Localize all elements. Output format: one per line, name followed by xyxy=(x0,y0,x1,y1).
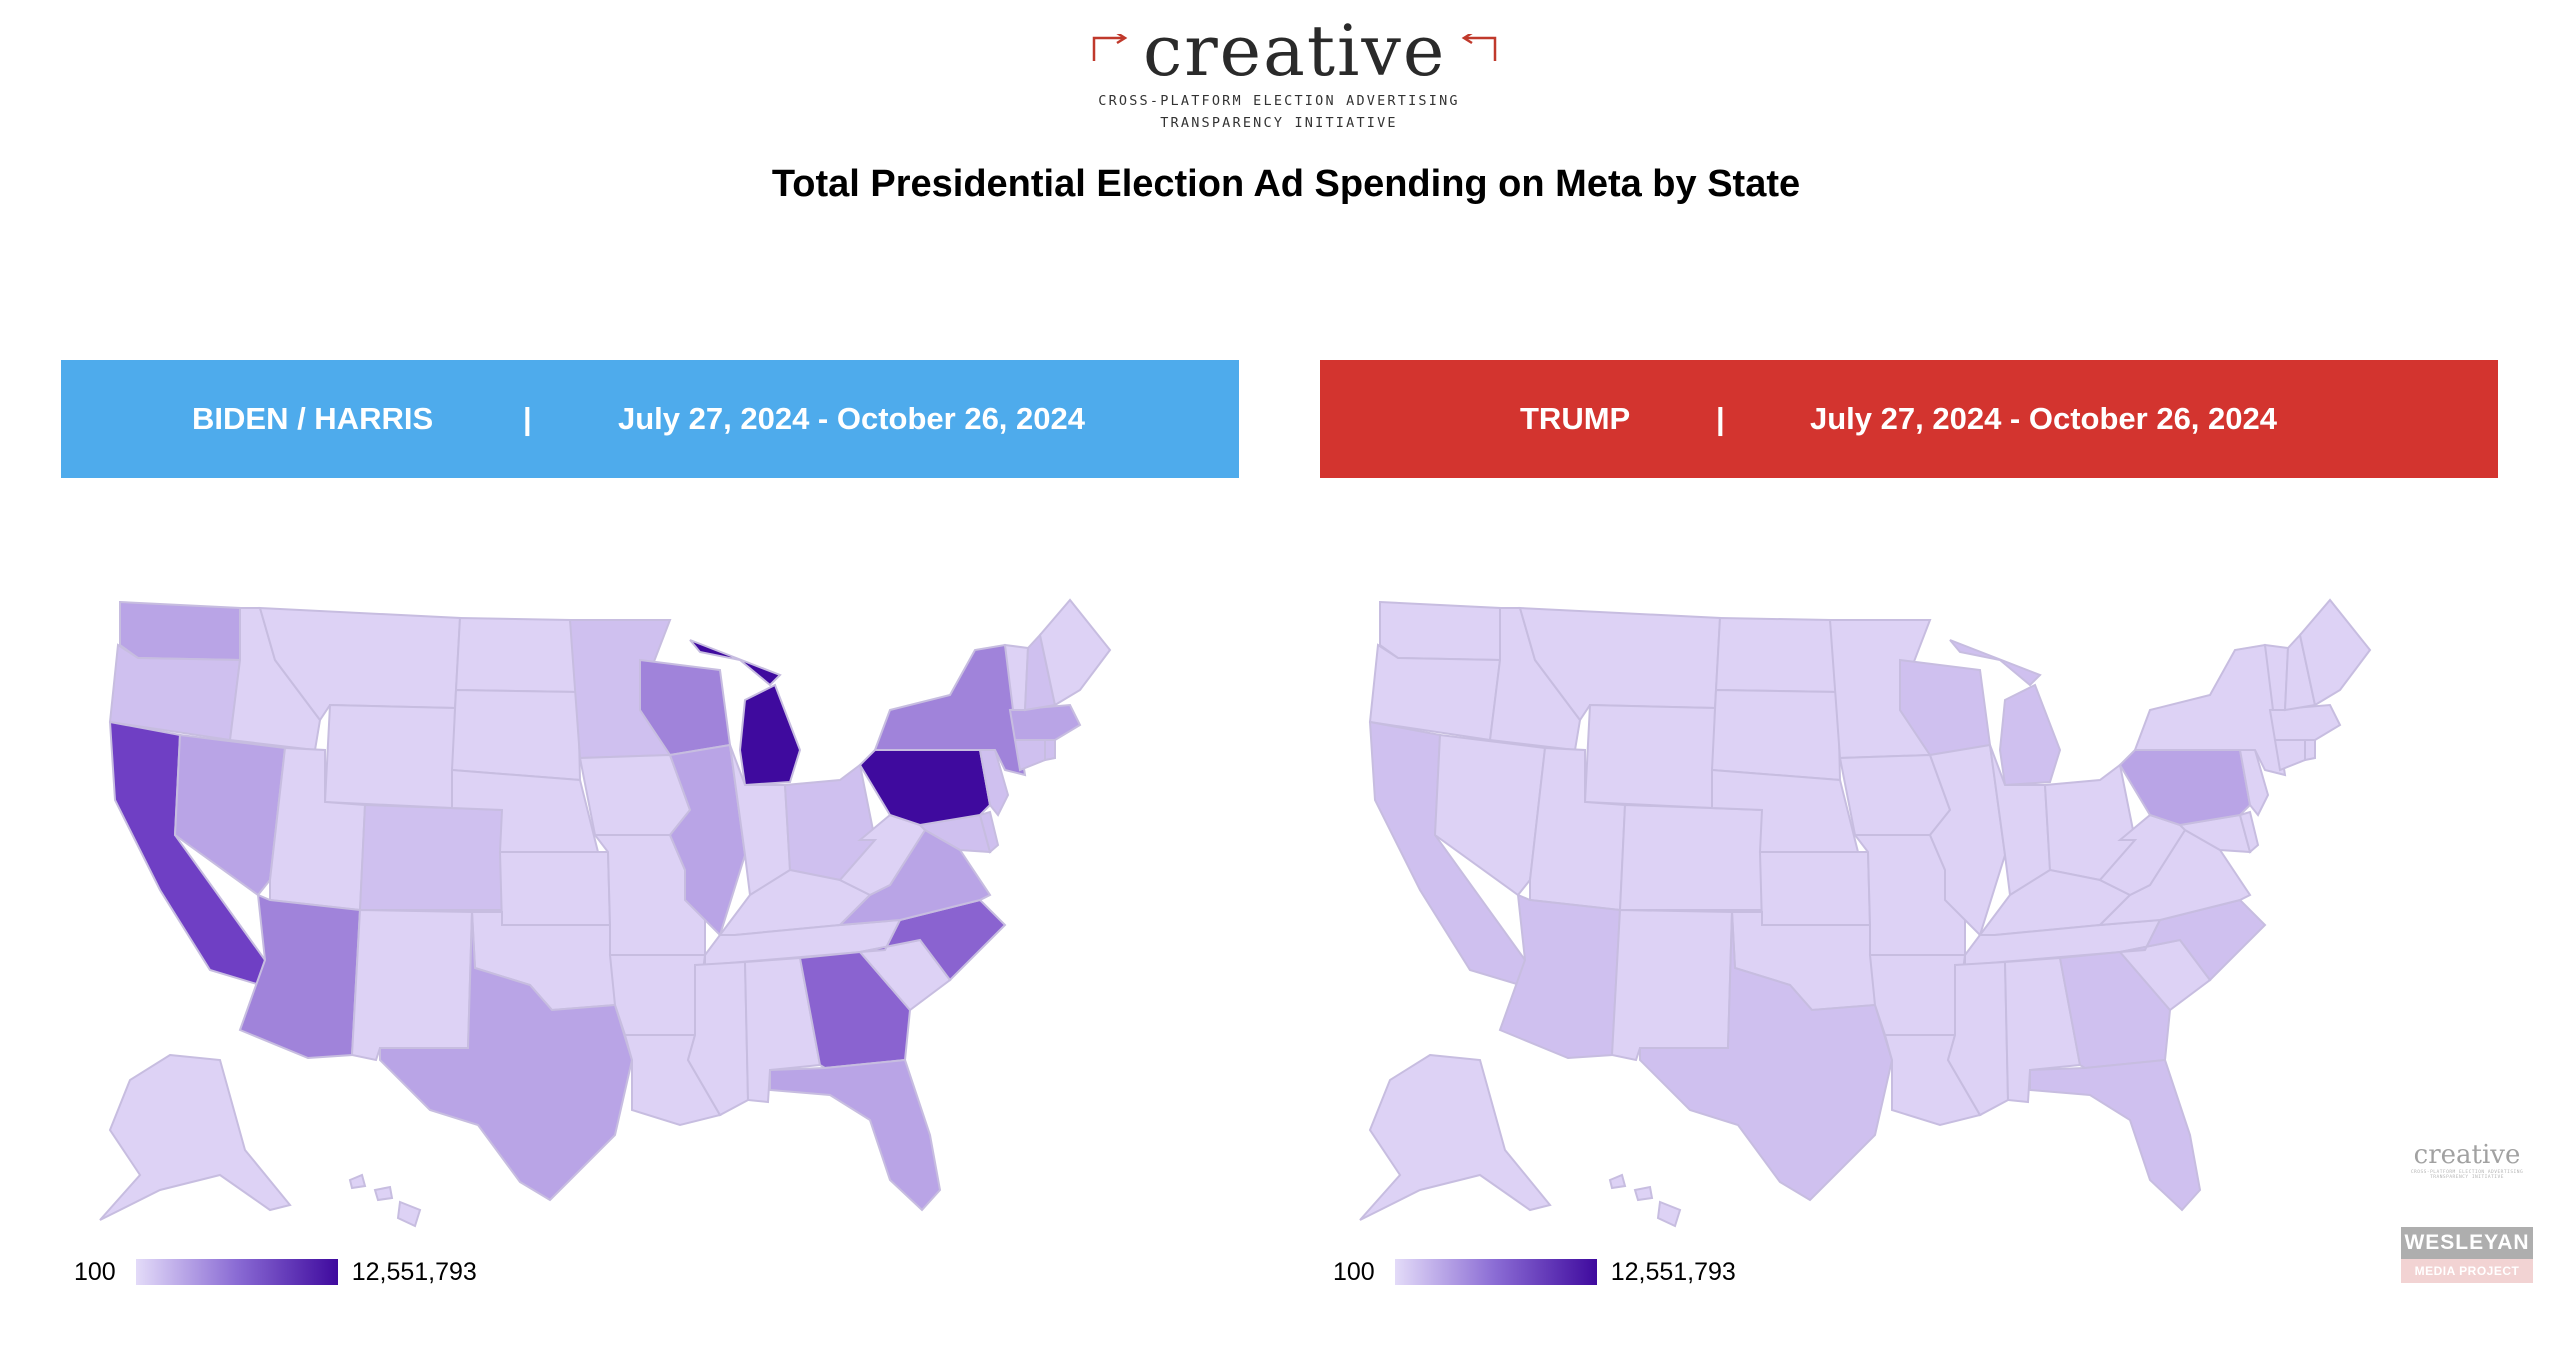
state-co[interactable] xyxy=(1618,803,1767,911)
state-ar[interactable] xyxy=(608,954,707,1036)
date-range: July 27, 2024 - October 26, 2024 xyxy=(618,401,1085,436)
state-nm[interactable] xyxy=(1610,908,1734,1062)
state-ks[interactable] xyxy=(498,851,612,926)
map-svg xyxy=(99,598,1112,1228)
page-title: Total Presidential Election Ad Spending … xyxy=(771,163,1801,205)
map-svg xyxy=(1359,598,2372,1228)
banner-biden-harris: BIDEN / HARRIS | July 27, 2024 - October… xyxy=(61,360,1239,478)
state-ct[interactable] xyxy=(1013,736,1046,772)
legend-min: 100 xyxy=(74,1257,116,1286)
creative-logo: creative CROSS-PLATFORM ELECTION ADVERTI… xyxy=(1085,10,1497,131)
creative-watermark: creative CROSS-PLATFORM ELECTION ADVERTI… xyxy=(2410,1140,2524,1180)
us-choropleth-map-trump xyxy=(1340,590,2440,1240)
state-wa[interactable] xyxy=(1379,600,1501,662)
state-wy[interactable] xyxy=(323,703,457,810)
state-sd[interactable] xyxy=(1710,688,1842,782)
state-ct[interactable] xyxy=(2273,736,2306,772)
banner-separator: | xyxy=(523,401,532,436)
us-choropleth-map-biden-harris xyxy=(80,590,1180,1240)
banner-separator: | xyxy=(1716,401,1725,436)
state-fl[interactable] xyxy=(769,1058,942,1212)
state-hi[interactable] xyxy=(348,1173,422,1228)
wesleyan-media-project-logo: WESLEYAN MEDIA PROJECT xyxy=(2401,1227,2533,1287)
state-hi[interactable] xyxy=(1608,1173,1682,1228)
candidate-label: TRUMP xyxy=(1520,401,1631,436)
state-co[interactable] xyxy=(358,803,507,911)
legend-gradient-bar xyxy=(1394,1259,1597,1285)
state-ar[interactable] xyxy=(1868,954,1967,1036)
state-sd[interactable] xyxy=(450,688,582,782)
state-nd[interactable] xyxy=(454,616,580,694)
state-fl[interactable] xyxy=(2029,1058,2202,1212)
legend-min: 100 xyxy=(1333,1257,1375,1286)
state-ak[interactable] xyxy=(99,1053,292,1221)
state-ri[interactable] xyxy=(1044,736,1056,762)
state-ak[interactable] xyxy=(1359,1053,1552,1221)
logo-tagline-2: TRANSPARENCY INITIATIVE xyxy=(1160,115,1398,131)
state-wy[interactable] xyxy=(1583,703,1717,810)
color-scale-legend: 100 12,551,793 xyxy=(1333,1254,1736,1290)
bracket-arrow-icon xyxy=(1092,34,1128,61)
state-nd[interactable] xyxy=(1714,616,1840,694)
state-nm[interactable] xyxy=(350,908,474,1062)
state-pa[interactable] xyxy=(858,749,992,827)
logo-tagline-1: CROSS-PLATFORM ELECTION ADVERTISING xyxy=(1098,93,1460,109)
state-ri[interactable] xyxy=(2304,736,2316,762)
legend-max: 12,551,793 xyxy=(1610,1257,1736,1286)
banner-trump: TRUMP | July 27, 2024 - October 26, 2024 xyxy=(1320,360,2498,478)
candidate-label: BIDEN / HARRIS xyxy=(192,401,434,436)
logo-wordmark: creative xyxy=(1143,10,1447,92)
legend-max: 12,551,793 xyxy=(351,1257,477,1286)
state-pa[interactable] xyxy=(2118,749,2252,827)
bracket-arrow-icon xyxy=(1461,34,1497,61)
date-range: July 27, 2024 - October 26, 2024 xyxy=(1810,401,2277,436)
color-scale-legend: 100 12,551,793 xyxy=(74,1254,477,1290)
state-wa[interactable] xyxy=(119,600,241,662)
legend-gradient-bar xyxy=(135,1259,338,1285)
state-ks[interactable] xyxy=(1758,851,1872,926)
